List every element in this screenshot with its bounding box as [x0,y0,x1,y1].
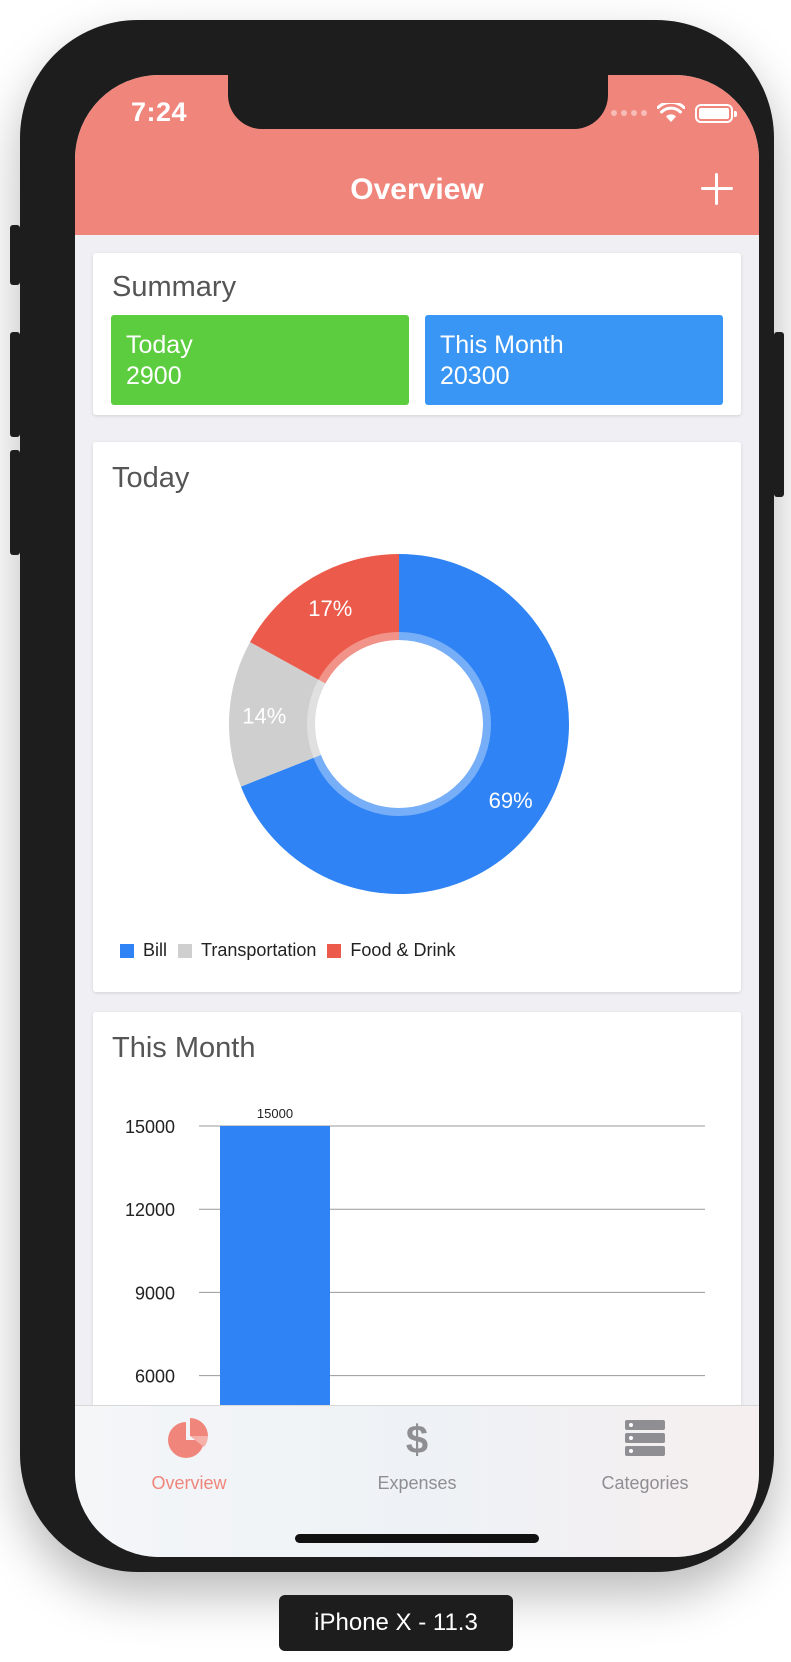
donut-legend: Bill Transportation Food & Drink [120,940,466,961]
donut-slice-label-1: 14% [242,704,286,729]
signal-icon [611,110,647,116]
legend-label-0: Bill [143,940,168,960]
battery-icon [695,103,737,123]
device-frame: 7:24 Overview Summary Today 2900 This Mo… [10,20,784,1572]
list-icon [625,1420,665,1456]
mute-switch [10,225,20,285]
donut-slice-label-2: 17% [308,596,352,621]
status-icons [611,103,737,123]
y-tick-1: 9000 [135,1283,175,1303]
month-chart-card: This Month 600090001200015000150003500 [93,1012,741,1472]
bar-value-0: 15000 [257,1106,293,1121]
tab-expenses[interactable]: $ Expenses [303,1406,531,1506]
tab-overview[interactable]: Overview [75,1406,303,1506]
donut-slice-label-0: 69% [489,788,533,813]
summary-card: Summary Today 2900 This Month 20300 [93,253,741,415]
today-tile-label: Today [126,331,193,359]
page-title: Overview [350,173,484,206]
tab-bar: Overview $ Expenses Categories [75,1405,759,1557]
donut-inner-ring [307,632,491,816]
y-tick-3: 15000 [125,1117,175,1137]
month-tile-value: 20300 [440,362,510,390]
status-time: 7:24 [131,97,188,127]
legend-item-1: Transportation [178,940,316,961]
tab-expenses-label: Expenses [377,1473,457,1493]
tab-categories[interactable]: Categories [531,1406,759,1506]
legend-label-2: Food & Drink [350,940,456,960]
month-tile-label: This Month [440,331,564,359]
device-label: iPhone X - 11.3 [279,1595,513,1651]
bar-chart: 600090001200015000150003500 [125,1106,705,1472]
tab-overview-label: Overview [151,1473,227,1493]
today-summary-tile: Today 2900 [111,315,409,405]
y-tick-0: 6000 [135,1367,175,1387]
legend-swatch-1 [178,943,193,958]
summary-title: Summary [112,271,237,303]
power-button [774,332,784,497]
today-chart-card: Today 69% 14% 17% Bill Transportation Food &… [93,442,741,992]
wifi-icon [657,103,685,122]
legend-swatch-2 [327,943,342,958]
y-tick-2: 12000 [125,1200,175,1220]
legend-item-0: Bill [120,940,167,961]
volume-up-button [10,332,20,437]
today-tile-value: 2900 [126,362,182,390]
home-indicator[interactable] [295,1534,539,1543]
pie-chart-icon [168,1418,208,1458]
volume-down-button [10,450,20,555]
legend-label-1: Transportation [201,940,317,960]
donut-chart: 69% 14% 17% [229,554,570,894]
dollar-icon: $ [405,1418,429,1462]
tab-categories-label: Categories [601,1473,689,1493]
legend-swatch-0 [120,943,134,958]
add-button[interactable] [699,171,735,207]
month-summary-tile: This Month 20300 [425,315,723,405]
notch [228,75,608,129]
legend-item-2: Food & Drink [327,940,455,961]
screen: 7:24 Overview Summary Today 2900 This Mo… [75,75,759,1557]
